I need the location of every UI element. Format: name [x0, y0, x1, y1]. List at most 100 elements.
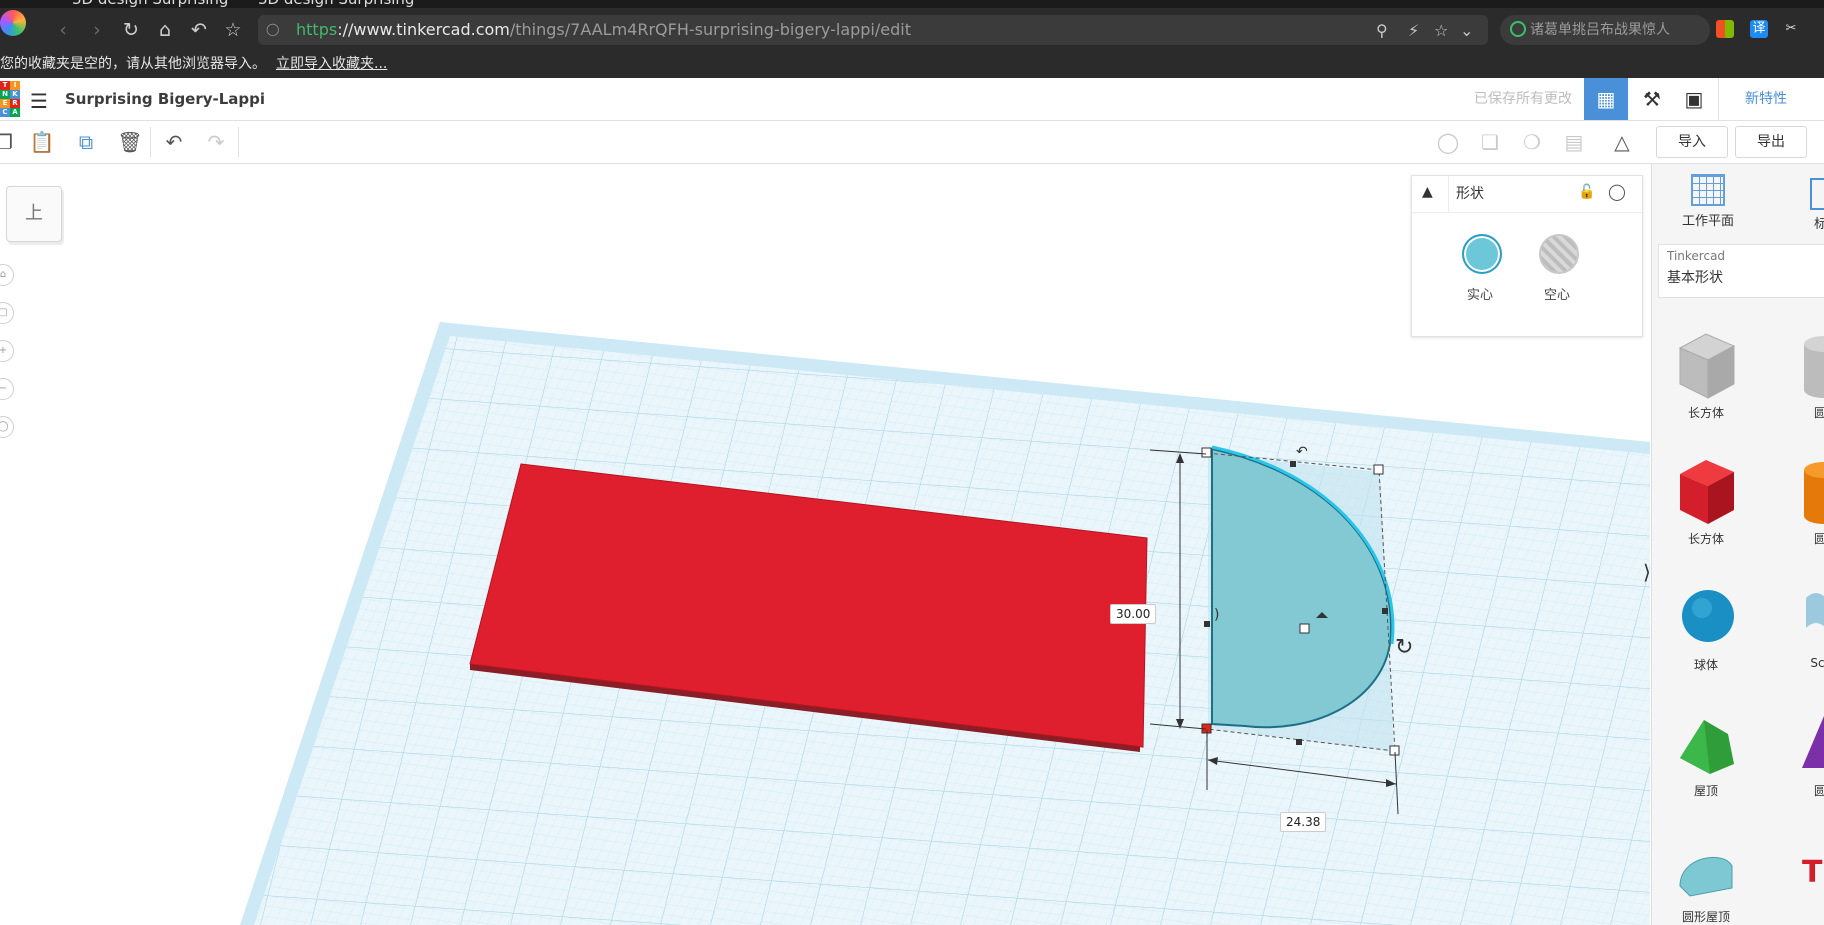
- url-path: /things/7AALm4RrQFH-surprising-bigery-la…: [509, 20, 911, 39]
- logo-tile: K: [10, 90, 20, 99]
- forward-icon[interactable]: ›: [82, 8, 112, 52]
- search-icon[interactable]: ⚲: [1376, 21, 1388, 40]
- solid-label: 实心: [1466, 288, 1493, 303]
- import-bookmarks-link[interactable]: 立即导入收藏夹...: [276, 56, 387, 72]
- scene-svg[interactable]: ↶ ↻ ): [0, 164, 1650, 925]
- rotate-handle-icon[interactable]: ↻: [1395, 635, 1413, 660]
- undo-icon[interactable]: ↶: [156, 121, 192, 163]
- rotate-handle-icon[interactable]: ↶: [1296, 444, 1308, 460]
- ungroup-icon[interactable]: ❍: [1514, 121, 1550, 163]
- url-host: ://www.tinkercad.com: [337, 20, 510, 39]
- star-icon[interactable]: ☆: [1434, 21, 1448, 40]
- star-icon[interactable]: ☆: [218, 8, 248, 52]
- url-text[interactable]: https://www.tinkercad.com/things/7AALm4R…: [296, 15, 911, 45]
- lock-icon[interactable]: 🔓: [1578, 184, 1595, 200]
- browser-tab-2[interactable]: 3D design Surprising: [258, 0, 414, 8]
- reload-icon[interactable]: ↻: [116, 8, 146, 52]
- browser-logo-icon[interactable]: [0, 10, 26, 36]
- shape-sphere[interactable]: 球体: [1666, 578, 1746, 673]
- shape-round-roof[interactable]: 圆形屋顶: [1666, 830, 1746, 925]
- shapes-sidebar: 工作平面 标 Tinkercad 基本形状 长方体 圆 长方体 圆 球体 Sc …: [1651, 164, 1824, 925]
- export-button[interactable]: 导出: [1735, 126, 1807, 158]
- edge-handle-right[interactable]: [1382, 608, 1388, 614]
- import-button[interactable]: 导入: [1656, 126, 1728, 158]
- logo-tile: R: [10, 99, 20, 108]
- browser-tab-1[interactable]: 3D design Surprising: [72, 0, 228, 8]
- workplane-label: 工作平面: [1681, 214, 1734, 229]
- hole-label: 空心: [1543, 288, 1570, 303]
- back-icon[interactable]: ‹: [48, 8, 78, 52]
- shape-library-selector[interactable]: Tinkercad 基本形状: [1658, 244, 1824, 298]
- pickaxe-icon[interactable]: ⚒: [1630, 78, 1674, 120]
- shape-cylinder[interactable]: 圆: [1780, 452, 1824, 547]
- workplane-canvas[interactable]: ↶ ↻ ) 30.00 24.38 上 ⌂ ▢ + − ◯: [0, 164, 1650, 925]
- delete-icon[interactable]: 🗑: [112, 121, 148, 163]
- shape-label: 圆形屋顶: [1681, 910, 1730, 924]
- align-icon[interactable]: ▤: [1556, 121, 1592, 163]
- shape-panel-title: 形状: [1456, 186, 1484, 202]
- bookmarks-notice: 您的收藏夹是空的，请从其他浏览器导入。: [0, 56, 266, 72]
- paste-icon[interactable]: 📋: [24, 121, 60, 163]
- shape-scribble[interactable]: Scr: [1780, 578, 1824, 670]
- box-icon: [1680, 460, 1734, 524]
- view-cube[interactable]: 上: [6, 186, 62, 242]
- workplane-icon: [1691, 174, 1725, 206]
- solid-color-swatch[interactable]: [1462, 234, 1502, 274]
- microsoft-icon[interactable]: [1716, 20, 1734, 38]
- ruler-icon[interactable]: [1810, 178, 1824, 210]
- library-source: Tinkercad: [1667, 249, 1726, 263]
- edge-handle-left[interactable]: [1204, 621, 1210, 627]
- edge-handle-bottom[interactable]: [1296, 739, 1302, 745]
- lightning-icon[interactable]: ⚡: [1408, 21, 1419, 40]
- tinkercad-logo[interactable]: TINKERCA: [0, 81, 20, 117]
- mirror-icon[interactable]: △: [1604, 121, 1640, 163]
- shape-roof[interactable]: 屋顶: [1666, 704, 1746, 799]
- resize-handle-top-right[interactable]: [1373, 464, 1384, 475]
- address-bar[interactable]: ◯ https://www.tinkercad.com/things/7AALm…: [258, 15, 1488, 45]
- duplicate-icon[interactable]: ⧉: [68, 121, 104, 163]
- resize-handle-top-left[interactable]: [1201, 447, 1212, 458]
- library-name: 基本形状: [1667, 270, 1723, 286]
- undo-close-tab-icon[interactable]: ↶: [184, 8, 214, 52]
- new-features-button[interactable]: 新特性: [1718, 78, 1813, 120]
- shape-box-hole[interactable]: 长方体: [1666, 326, 1746, 421]
- light-bulb-icon[interactable]: ◯: [1430, 121, 1466, 163]
- panel-divider: [1448, 176, 1449, 212]
- saved-status: 已保存所有更改: [1474, 91, 1572, 107]
- ruler-label: 标: [1814, 217, 1824, 232]
- copy-icon[interactable]: ❐: [0, 121, 22, 163]
- redo-icon[interactable]: ↷: [198, 121, 234, 163]
- search-input[interactable]: 诸葛单挑吕布战果惊人: [1500, 15, 1710, 45]
- center-handle[interactable]: [1299, 623, 1310, 634]
- home-icon[interactable]: ⌂: [150, 8, 180, 52]
- shape-label: 屋顶: [1693, 784, 1718, 798]
- design-title[interactable]: Surprising Bigery-Lappi: [65, 78, 265, 120]
- browser-toolbar: ‹ › ↻ ⌂ ↶ ☆ ◯ https://www.tinkercad.com/…: [0, 8, 1824, 52]
- menu-icon[interactable]: ☰: [30, 89, 48, 113]
- chevron-down-icon[interactable]: ⌄: [1460, 21, 1473, 40]
- shape-label: 圆: [1813, 532, 1824, 546]
- bricks-icon[interactable]: ▣: [1672, 78, 1716, 120]
- resize-handle-bottom-right[interactable]: [1389, 745, 1400, 756]
- shape-text[interactable]: T: [1780, 830, 1824, 908]
- collapse-arrow-icon[interactable]: ▲: [1422, 184, 1433, 200]
- shape-cylinder-hole[interactable]: 圆: [1780, 326, 1824, 421]
- edge-handle-top[interactable]: [1290, 461, 1296, 467]
- workplane-button[interactable]: 工作平面: [1672, 174, 1744, 229]
- light-bulb-icon[interactable]: ◯: [1608, 182, 1626, 201]
- width-dimension-label[interactable]: 24.38: [1280, 812, 1327, 832]
- group-icon[interactable]: ❏: [1472, 121, 1508, 163]
- hole-swatch[interactable]: [1539, 234, 1579, 274]
- 3d-view-button[interactable]: ▦: [1584, 78, 1628, 120]
- panel-expand-arrow-icon[interactable]: ⟩: [1643, 560, 1651, 584]
- translate-icon[interactable]: 译: [1750, 20, 1768, 38]
- rotate-handle-icon[interactable]: ): [1214, 607, 1219, 623]
- shape-cone[interactable]: 圆: [1780, 704, 1824, 799]
- search-engine-icon: [1510, 21, 1526, 37]
- shape-box[interactable]: 长方体: [1666, 452, 1746, 547]
- cylinder-hole-icon: [1804, 336, 1824, 398]
- height-dimension-label[interactable]: 30.00: [1110, 604, 1157, 624]
- shape-label: Scr: [1810, 656, 1824, 670]
- scissors-icon[interactable]: ✂: [1782, 20, 1800, 38]
- box-hole-icon: [1678, 333, 1736, 399]
